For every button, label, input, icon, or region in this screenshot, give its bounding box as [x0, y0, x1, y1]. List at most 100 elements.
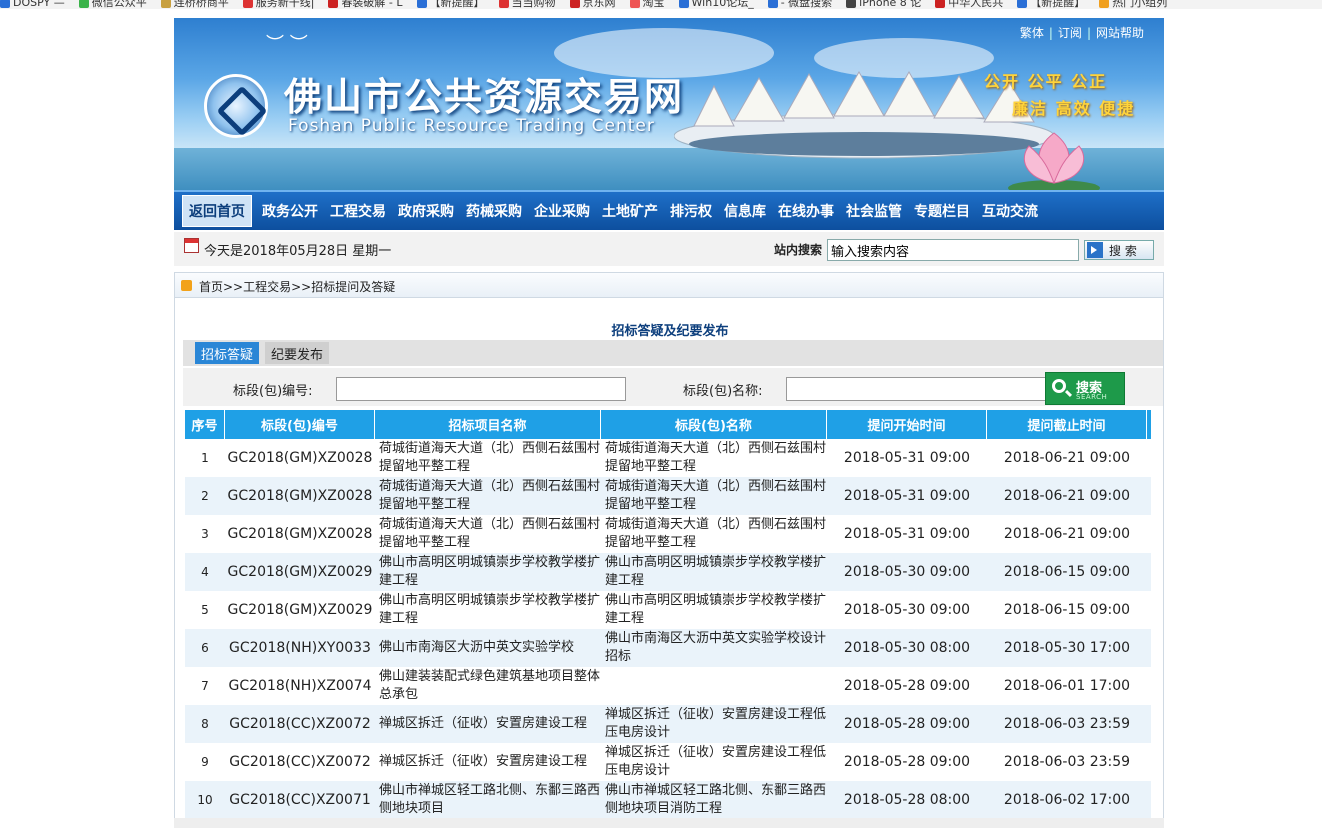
- birds-decoration: ︶ ︶: [266, 34, 308, 55]
- bookmark-label: DOSPY —: [13, 0, 65, 9]
- row-project[interactable]: 荷城街道海天大道（北）西侧石兹围村提留地平整工程: [379, 439, 601, 477]
- bookmark-item[interactable]: 淘宝: [629, 0, 665, 8]
- row-package[interactable]: 禅城区拆迁（征收）安置房建设工程低压电房设计: [605, 743, 827, 781]
- row-project[interactable]: 佛山市南海区大沥中英文实验学校: [379, 629, 601, 667]
- row-project[interactable]: 佛山建装装配式绿色建筑基地项目整体总承包: [379, 667, 601, 705]
- table-row[interactable]: 1 GC2018(GM)XZ0028 荷城街道海天大道（北）西侧石兹围村提留地平整工…: [185, 439, 1151, 477]
- nav-item[interactable]: 工程交易: [324, 192, 392, 230]
- bookmark-item[interactable]: 热门小组列: [1099, 0, 1167, 8]
- tab-qa[interactable]: 招标答疑: [195, 342, 260, 364]
- bookmark-label: iPhone 8 论: [859, 0, 922, 9]
- row-project[interactable]: 佛山市禅城区轻工路北侧、东鄱三路西侧地块项目: [379, 781, 601, 818]
- name-input[interactable]: [786, 377, 1048, 401]
- row-no: 7: [201, 679, 209, 693]
- table-row[interactable]: 5 GC2018(GM)XZ0029 佛山市高明区明城镇崇步学校教学楼扩建工程 佛山市…: [185, 591, 1151, 629]
- row-package[interactable]: 荷城街道海天大道（北）西侧石兹围村提留地平整工程: [605, 477, 827, 515]
- bookmark-item[interactable]: 京东网: [569, 0, 616, 8]
- panel-title: 招标答疑及纪要发布: [611, 324, 729, 339]
- row-no: 10: [197, 793, 213, 807]
- bookmark-item[interactable]: 【新提醒】: [1017, 0, 1085, 8]
- bookmarks-bar: DOSPY — 微信公众平 连桥桥商平 服务新干线| 春装破解 - L 【新提醒】 当当购物…: [0, 0, 1322, 9]
- bookmark-item[interactable]: 服务新干线|: [242, 0, 314, 8]
- row-code: GC2018(GM)XZ0028: [227, 488, 373, 504]
- bookmark-item[interactable]: DOSPY —: [0, 0, 65, 8]
- table-row[interactable]: 7 GC2018(NH)XZ0074 佛山建装装配式绿色建筑基地项目整体总承包 201…: [185, 667, 1151, 705]
- row-no: 5: [201, 603, 209, 617]
- table-row[interactable]: 2 GC2018(GM)XZ0028 荷城街道海天大道（北）西侧石兹围村提留地平整工…: [185, 477, 1151, 515]
- row-package[interactable]: 禅城区拆迁（征收）安置房建设工程低压电房设计: [605, 705, 827, 743]
- bookmark-item[interactable]: 连桥桥商平: [160, 0, 229, 9]
- code-input[interactable]: [336, 377, 626, 401]
- row-start-time: 2018-05-28 09:00: [843, 754, 971, 770]
- site-logo[interactable]: [204, 74, 268, 138]
- link-help[interactable]: 网站帮助: [1096, 26, 1144, 40]
- row-project[interactable]: 禅城区拆迁（征收）安置房建设工程: [379, 743, 601, 781]
- bookmark-item[interactable]: 微信公众平: [78, 0, 147, 8]
- row-project[interactable]: 禅城区拆迁（征收）安置房建设工程: [379, 705, 601, 743]
- table-row[interactable]: 6 GC2018(NH)XY0033 佛山市南海区大沥中英文实验学校 佛山市南海区大沥…: [185, 629, 1151, 667]
- link-traditional[interactable]: 繁体: [1020, 26, 1044, 40]
- row-start-time: 2018-05-30 09:00: [843, 564, 971, 580]
- bookmark-item[interactable]: 中华人民共: [935, 0, 1003, 8]
- bookmark-item[interactable]: Win10论坛_: [678, 0, 754, 8]
- nav-item[interactable]: 药械采购: [460, 192, 528, 230]
- filter-search-button[interactable]: 搜索 SEARCH: [1045, 372, 1125, 405]
- col-header-project: 招标项目名称: [375, 410, 601, 439]
- site-banner: ︶ ︶ 佛山市公共资源交易网 Foshan Public Resource Tr…: [174, 18, 1164, 190]
- row-package[interactable]: [605, 667, 827, 705]
- bookmark-favicon-icon: [678, 0, 689, 8]
- row-no: 8: [201, 717, 209, 731]
- bookmark-item[interactable]: 当当购物: [498, 0, 556, 8]
- bookmark-item[interactable]: - 微盘搜索: [767, 0, 832, 8]
- nav-item[interactable]: 土地矿产: [596, 192, 664, 230]
- row-package[interactable]: 佛山市南海区大沥中英文实验学校设计招标: [605, 629, 827, 667]
- nav-item[interactable]: 政府采购: [392, 192, 460, 230]
- nav-item[interactable]: 信息库: [718, 192, 772, 230]
- top-links: 繁体 | 订阅 | 网站帮助: [1020, 24, 1144, 41]
- table-row[interactable]: 4 GC2018(GM)XZ0029 佛山市高明区明城镇崇步学校教学楼扩建工程 佛山市…: [185, 553, 1151, 591]
- bookmark-favicon-icon: [569, 0, 580, 8]
- row-package[interactable]: 佛山市高明区明城镇崇步学校教学楼扩建工程: [605, 591, 827, 629]
- breadcrumb-text[interactable]: 首页>>工程交易>>招标提问及答疑: [199, 280, 395, 294]
- row-project[interactable]: 荷城街道海天大道（北）西侧石兹围村提留地平整工程: [379, 477, 601, 515]
- arrow-icon: [1087, 242, 1103, 258]
- nav-item[interactable]: 企业采购: [528, 192, 596, 230]
- bookmark-favicon-icon: [498, 0, 509, 8]
- row-project[interactable]: 佛山市高明区明城镇崇步学校教学楼扩建工程: [379, 591, 601, 629]
- row-project[interactable]: 荷城街道海天大道（北）西侧石兹围村提留地平整工程: [379, 515, 601, 553]
- bookmark-label: 连桥桥商平: [173, 0, 229, 9]
- nav-item[interactable]: 排污权: [664, 192, 718, 230]
- table-row[interactable]: 8 GC2018(CC)XZ0072 禅城区拆迁（征收）安置房建设工程 禅城区拆迁（征…: [185, 705, 1151, 743]
- row-package[interactable]: 佛山市禅城区轻工路北侧、东鄱三路西侧地块项目消防工程: [605, 781, 827, 818]
- filter-bar: 标段(包)编号: 标段(包)名称: 搜索 SEARCH: [183, 368, 1163, 406]
- bookmark-favicon-icon: [160, 0, 171, 8]
- nav-item[interactable]: 在线办事: [772, 192, 840, 230]
- row-package[interactable]: 佛山市高明区明城镇崇步学校教学楼扩建工程: [605, 553, 827, 591]
- nav-item[interactable]: 返回首页: [182, 195, 252, 227]
- row-package[interactable]: 荷城街道海天大道（北）西侧石兹围村提留地平整工程: [605, 515, 827, 553]
- row-end-time: 2018-05-30 17:00: [1003, 640, 1131, 656]
- table-row[interactable]: 3 GC2018(GM)XZ0028 荷城街道海天大道（北）西侧石兹围村提留地平整工…: [185, 515, 1151, 553]
- site-search-button[interactable]: 搜 索: [1084, 240, 1154, 260]
- col-header-code: 标段(包)编号: [225, 410, 375, 439]
- bookmark-item[interactable]: 【新提醒】: [416, 0, 485, 8]
- tab-minutes[interactable]: 纪要发布: [265, 342, 330, 364]
- bookmark-item[interactable]: 春装破解 - L: [328, 0, 403, 9]
- row-project[interactable]: 佛山市高明区明城镇崇步学校教学楼扩建工程: [379, 553, 601, 591]
- site-search-label: 站内搜索: [774, 243, 823, 257]
- bookmark-label: 春装破解 - L: [341, 0, 403, 9]
- row-code: GC2018(NH)XY0033: [229, 640, 371, 656]
- bookmark-favicon-icon: [328, 0, 339, 8]
- nav-item[interactable]: 社会监管: [840, 192, 908, 230]
- nav-item[interactable]: 政务公开: [256, 192, 324, 230]
- bookmark-item[interactable]: iPhone 8 论: [846, 0, 921, 8]
- row-start-time: 2018-05-28 09:00: [843, 678, 971, 694]
- table-row[interactable]: 10 GC2018(CC)XZ0071 佛山市禅城区轻工路北侧、东鄱三路西侧地块项目…: [185, 781, 1151, 818]
- nav-item[interactable]: 专题栏目: [908, 192, 976, 230]
- table-row[interactable]: 9 GC2018(CC)XZ0072 禅城区拆迁（征收）安置房建设工程 禅城区拆迁（征…: [185, 743, 1151, 781]
- row-end-time: 2018-06-21 09:00: [1003, 488, 1131, 504]
- row-package[interactable]: 荷城街道海天大道（北）西侧石兹围村提留地平整工程: [605, 439, 827, 477]
- link-subscribe[interactable]: 订阅: [1058, 26, 1082, 40]
- nav-item[interactable]: 互动交流: [976, 192, 1044, 230]
- site-search-input[interactable]: [827, 239, 1079, 261]
